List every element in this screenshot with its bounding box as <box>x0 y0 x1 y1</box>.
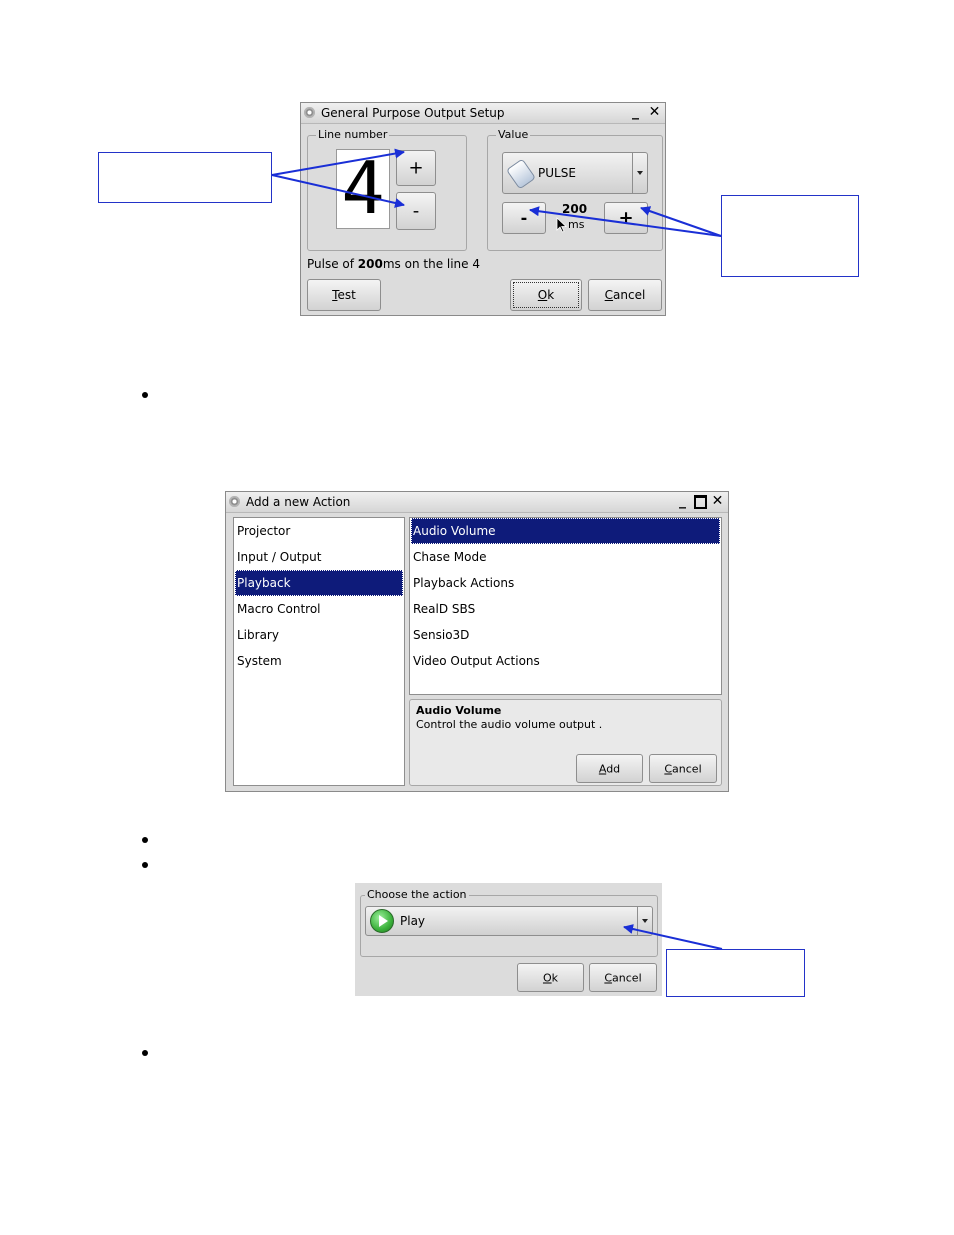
chevron-down-icon[interactable] <box>632 153 647 193</box>
callout-box-action <box>666 949 805 997</box>
category-item-selected[interactable]: Playback <box>235 570 403 596</box>
close-icon[interactable]: ✕ <box>710 494 725 509</box>
gpo-title: General Purpose Output Setup <box>321 106 505 120</box>
bullet-point <box>142 862 148 868</box>
value-label: Value <box>496 128 531 141</box>
minimize-icon[interactable]: _ <box>628 105 643 120</box>
close-icon[interactable]: ✕ <box>647 105 662 120</box>
bullet-point <box>142 837 148 843</box>
duration-plus-button[interactable]: + <box>604 202 648 234</box>
action-title: Add a new Action <box>246 495 351 509</box>
bullet-point <box>142 1050 148 1056</box>
category-item[interactable]: System <box>235 648 403 674</box>
mouse-cursor-icon <box>556 217 568 233</box>
action-item[interactable]: Chase Mode <box>411 544 720 570</box>
add-action-dialog: Add a new Action _ ✕ Projector Input / O… <box>225 491 729 792</box>
callout-box-line <box>98 152 272 203</box>
bullet-point <box>142 392 148 398</box>
description-panel: Audio Volume Control the audio volume ou… <box>409 699 722 786</box>
cancel-button[interactable]: Cancel <box>588 279 662 311</box>
cancel-button[interactable]: Cancel <box>589 963 657 992</box>
app-icon <box>229 496 240 507</box>
category-list: Projector Input / Output Playback Macro … <box>233 517 405 786</box>
choose-action-label: Choose the action <box>365 888 469 901</box>
callout-box-value <box>721 195 859 277</box>
app-icon <box>304 107 315 118</box>
maximize-icon[interactable] <box>693 494 708 509</box>
duration-minus-button[interactable]: - <box>502 202 546 234</box>
duration-value: 200 <box>562 202 588 216</box>
action-list: Audio Volume Chase Mode Playback Actions… <box>409 517 722 695</box>
category-item[interactable]: Library <box>235 622 403 648</box>
line-minus-button[interactable]: - <box>396 192 436 230</box>
pulse-icon <box>505 158 537 190</box>
line-number-group: Line number 4 + - <box>307 128 467 251</box>
choose-action-group: Choose the action Play <box>360 888 658 957</box>
minimize-icon[interactable]: _ <box>675 494 690 509</box>
line-digit: 4 <box>341 146 385 230</box>
line-digit-display: 4 <box>336 146 390 230</box>
action-item[interactable]: Playback Actions <box>411 570 720 596</box>
ok-button[interactable]: Ok <box>510 279 582 311</box>
gpo-setup-dialog: General Purpose Output Setup _ ✕ Line nu… <box>300 102 666 316</box>
cancel-button[interactable]: Cancel <box>649 754 717 783</box>
description-title: Audio Volume <box>416 704 502 717</box>
mode-combo[interactable]: PULSE <box>502 152 648 194</box>
value-group: Value PULSE - 200 ms + <box>487 128 663 251</box>
duration-unit: ms <box>568 218 585 231</box>
play-icon <box>370 909 394 933</box>
mode-value: PULSE <box>538 166 576 180</box>
action-item-selected[interactable]: Audio Volume <box>411 518 720 544</box>
action-combo[interactable]: Play <box>365 906 653 936</box>
action-item[interactable]: Video Output Actions <box>411 648 720 674</box>
action-item[interactable]: Sensio3D <box>411 622 720 648</box>
chevron-down-icon[interactable] <box>637 907 652 935</box>
category-item[interactable]: Projector <box>235 518 403 544</box>
category-item[interactable]: Macro Control <box>235 596 403 622</box>
ok-button[interactable]: Ok <box>517 963 584 992</box>
description-text: Control the audio volume output . <box>416 718 603 731</box>
action-titlebar[interactable]: Add a new Action _ ✕ <box>226 492 728 513</box>
category-item[interactable]: Input / Output <box>235 544 403 570</box>
action-item[interactable]: RealD SBS <box>411 596 720 622</box>
test-button[interactable]: Test <box>307 279 381 311</box>
line-plus-button[interactable]: + <box>396 150 436 186</box>
gpo-status-text: Pulse of 200ms on the line 4 <box>307 257 480 271</box>
gpo-titlebar[interactable]: General Purpose Output Setup _ ✕ <box>301 103 665 124</box>
line-number-label: Line number <box>316 128 390 141</box>
add-button[interactable]: Add <box>576 754 643 783</box>
action-combo-value: Play <box>400 914 426 928</box>
choose-action-dialog: Choose the action Play Ok Cancel <box>355 883 662 996</box>
